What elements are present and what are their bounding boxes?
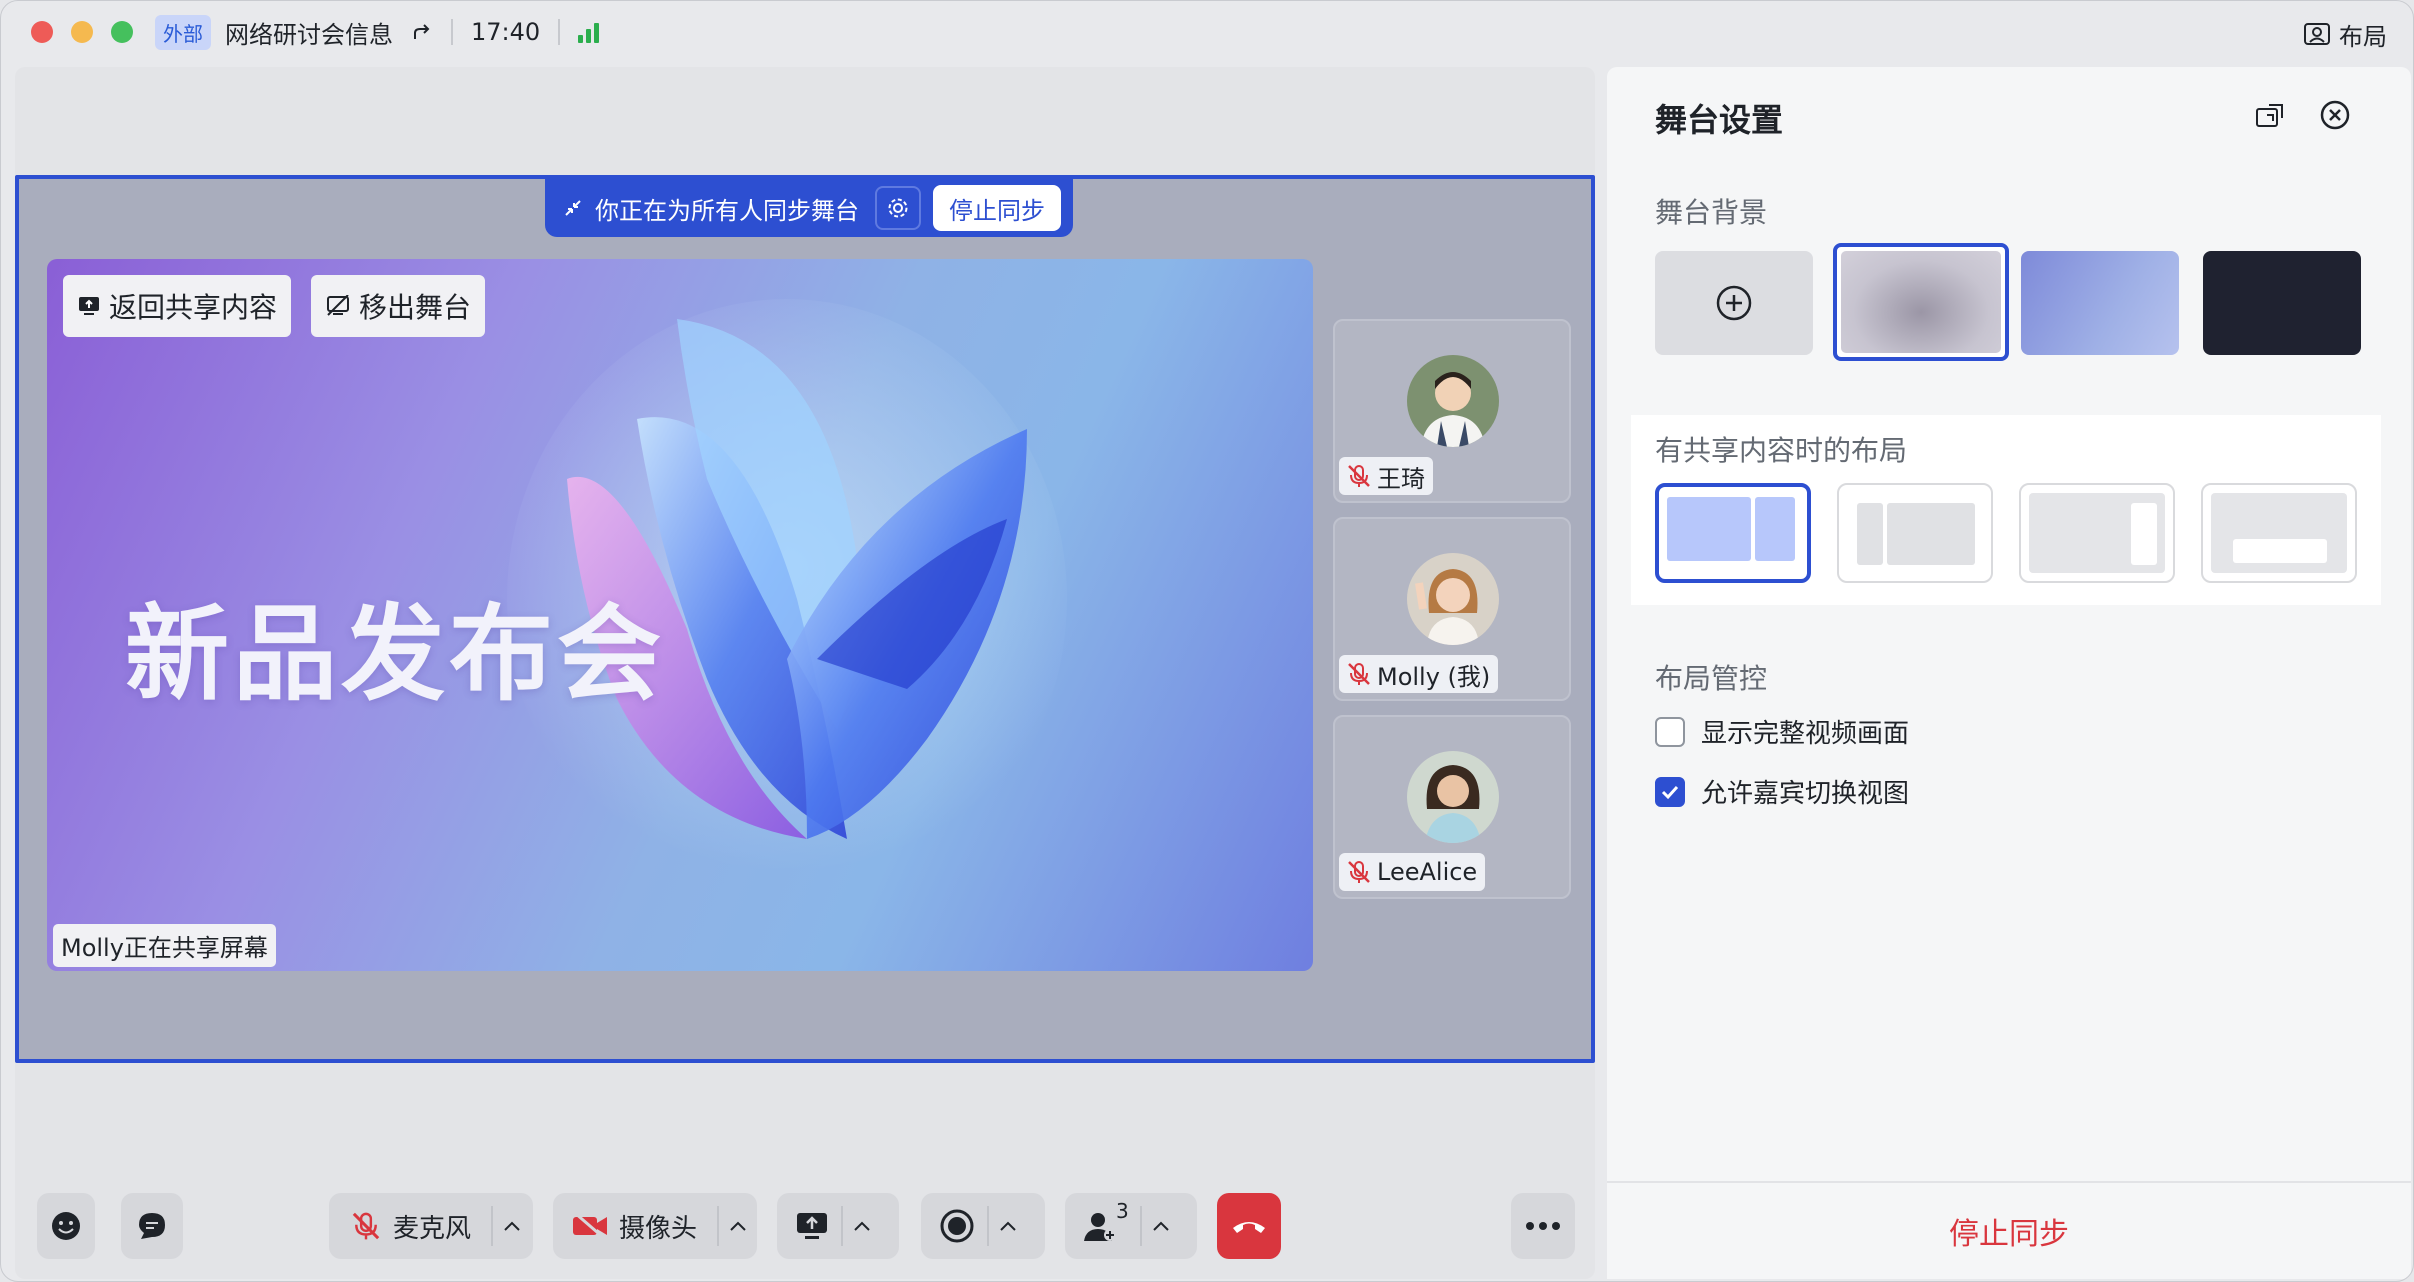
chevron-up-icon[interactable] (717, 1206, 757, 1246)
layout-option-bottom[interactable] (2201, 483, 2357, 583)
external-tag: 外部 (155, 14, 211, 50)
collapse-icon[interactable] (563, 198, 583, 218)
avatar (1407, 355, 1499, 447)
participant-name-chip: Molly (我) (1339, 655, 1499, 693)
show-full-video-option[interactable]: 显示完整视频画面 (1655, 713, 1909, 750)
camera-label: 摄像头 (619, 1213, 698, 1244)
camera-off-icon (571, 1211, 609, 1241)
sharer-label: Molly正在共享屏幕 (53, 924, 276, 967)
sync-banner: 你正在为所有人同步舞台 停止同步 (545, 179, 1073, 237)
popout-icon[interactable] (2255, 101, 2285, 129)
close-window-button[interactable] (31, 21, 53, 43)
hang-up-icon (1233, 1222, 1265, 1233)
mic-off-icon (1345, 462, 1373, 490)
layout-control-label: 布局管控 (1655, 662, 1768, 695)
chevron-up-icon[interactable] (841, 1206, 881, 1246)
stage-settings-panel: 舞台设置 舞台背景 有共享内容时的布局 布局管控 显示完整视频画面 允许嘉宾切换… (1607, 67, 2411, 1279)
mic-button[interactable]: 麦克风 (329, 1193, 533, 1259)
layout-option-side-left[interactable] (1837, 483, 1993, 583)
show-full-video-label: 显示完整视频画面 (1701, 719, 1910, 749)
participant-tile[interactable]: LeeAlice (1333, 715, 1571, 899)
slide-title: 新品发布会 (125, 593, 666, 715)
background-option-blur[interactable] (1833, 243, 2009, 361)
share-screen-button[interactable] (777, 1193, 899, 1259)
avatar (1407, 553, 1499, 645)
remove-from-stage-button[interactable]: 移出舞台 (311, 275, 486, 337)
participant-name-chip: LeeAlice (1339, 853, 1486, 891)
close-icon[interactable] (2319, 99, 2351, 131)
more-icon (1526, 1222, 1560, 1230)
share-screen-icon (795, 1211, 829, 1241)
mic-off-icon (349, 1209, 383, 1243)
layout-label: 布局 (2339, 23, 2387, 51)
add-background-button[interactable] (1655, 251, 1813, 355)
avatar (1407, 751, 1499, 843)
shared-content-layout-section: 有共享内容时的布局 (1631, 415, 2381, 605)
layout-option-split-equal[interactable] (1655, 483, 1811, 583)
leave-meeting-button[interactable] (1217, 1193, 1281, 1259)
blur-preview (1841, 251, 2001, 353)
participants-button[interactable]: 3 (1065, 1193, 1197, 1259)
background-option-dark[interactable] (2203, 251, 2361, 355)
emoji-icon (52, 1212, 80, 1240)
chevron-up-icon[interactable] (1140, 1206, 1180, 1246)
title-bar: 外部 网络研讨会信息 17:40 布局 (1, 1, 2413, 63)
meeting-title[interactable]: 网络研讨会信息 (225, 15, 393, 50)
minimize-window-button[interactable] (71, 21, 93, 43)
meeting-time: 17:40 (471, 18, 541, 46)
participant-name: LeeAlice (1377, 858, 1478, 886)
background-option-gradient[interactable] (2021, 251, 2179, 355)
mic-off-icon (1345, 660, 1373, 688)
show-full-video-checkbox[interactable] (1655, 716, 1685, 747)
panel-title: 舞台设置 (1655, 101, 1784, 139)
participant-name-chip: 王琦 (1339, 457, 1433, 495)
chevron-up-icon[interactable] (491, 1206, 531, 1246)
participant-tile[interactable]: Molly (我) (1333, 517, 1571, 701)
share-icon[interactable] (411, 21, 433, 43)
participant-name: Molly (我) (1377, 662, 1491, 691)
chat-icon (139, 1213, 165, 1239)
shared-layout-label: 有共享内容时的布局 (1655, 434, 1908, 467)
shared-screen: 新品发布会 返回共享内容 移出舞台 Molly正在共享屏幕 (47, 259, 1313, 971)
monitor-off-icon (325, 295, 351, 317)
mic-off-icon (1345, 858, 1373, 886)
stage-background-label: 舞台背景 (1655, 196, 1768, 229)
back-to-share-label: 返回共享内容 (109, 291, 278, 324)
back-to-share-button[interactable]: 返回共享内容 (63, 275, 292, 337)
gear-icon (888, 198, 908, 218)
camera-button[interactable]: 摄像头 (553, 1193, 757, 1259)
stop-sync-button[interactable]: 停止同步 (933, 185, 1061, 231)
participant-tile[interactable]: 王琦 (1333, 319, 1571, 503)
stage-settings-button[interactable] (875, 186, 921, 230)
remove-from-stage-label: 移出舞台 (359, 291, 472, 324)
sync-text: 你正在为所有人同步舞台 (595, 196, 859, 225)
record-icon (939, 1208, 975, 1244)
participants-count: 3 (1116, 1199, 1129, 1223)
divider (558, 19, 561, 45)
chat-button[interactable] (121, 1193, 183, 1259)
panel-stop-sync-button[interactable]: 停止同步 (1607, 1181, 2411, 1279)
add-user-icon: 3 (1082, 1199, 1129, 1243)
record-button[interactable] (921, 1193, 1045, 1259)
monitor-upload-icon (77, 295, 101, 317)
chevron-up-icon[interactable] (987, 1206, 1027, 1246)
layout-option-side-right[interactable] (2019, 483, 2175, 583)
allow-guest-switch-checkbox[interactable] (1655, 776, 1685, 807)
stage-area: 你正在为所有人同步舞台 停止同步 新品发布会 返回共享内容 移出舞台 Molly… (15, 175, 1595, 1063)
plus-circle-icon (1716, 285, 1752, 321)
checkmark-icon (1661, 785, 1679, 799)
network-signal-icon[interactable] (578, 21, 600, 43)
divider (451, 19, 453, 45)
allow-guest-switch-label: 允许嘉宾切换视图 (1701, 779, 1910, 809)
mic-label: 麦克风 (393, 1213, 472, 1244)
reaction-button[interactable] (37, 1193, 95, 1259)
allow-guest-switch-option[interactable]: 允许嘉宾切换视图 (1655, 773, 1909, 810)
layout-icon (2303, 22, 2331, 48)
meeting-window: 外部 网络研讨会信息 17:40 布局 你正在为所有人同步舞台 停止同步 新品发… (0, 0, 2414, 1282)
zoom-window-button[interactable] (111, 21, 133, 43)
participant-name: 王琦 (1377, 464, 1425, 493)
more-button[interactable] (1511, 1193, 1575, 1259)
layout-button[interactable]: 布局 (2303, 17, 2387, 52)
